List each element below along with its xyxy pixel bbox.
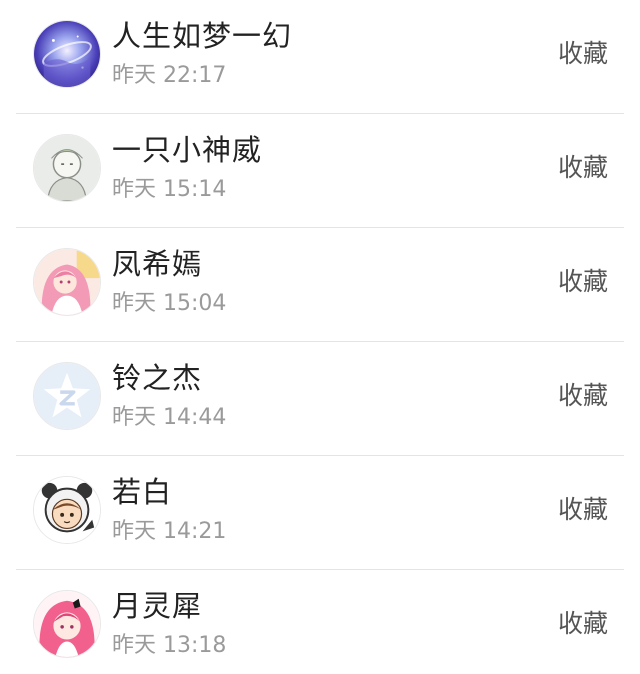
pink-anime-girl-avatar-icon[interactable] <box>33 248 101 316</box>
favorite-button[interactable]: 收藏 <box>558 266 608 298</box>
item-time: 昨天 15:04 <box>112 291 227 316</box>
item-name: 人生如梦一幻 <box>112 19 293 53</box>
galaxy-avatar-icon[interactable] <box>33 20 101 88</box>
favorite-button[interactable]: 收藏 <box>558 380 608 412</box>
item-time: 昨天 15:14 <box>112 177 227 202</box>
favorite-button[interactable]: 收藏 <box>558 494 608 526</box>
item-name: 若白 <box>112 475 173 509</box>
list-item[interactable]: 凤希嫣 昨天 15:04 收藏 <box>0 228 640 342</box>
item-name: 一只小神威 <box>112 133 263 167</box>
list-item[interactable]: 人生如梦一幻 昨天 22:17 收藏 <box>0 0 640 114</box>
favorites-list: 人生如梦一幻 昨天 22:17 收藏 一只小神威 昨天 15:14 收藏 凤希嫣… <box>0 0 640 674</box>
sketch-character-avatar-icon[interactable] <box>33 134 101 202</box>
list-item[interactable]: 一只小神威 昨天 15:14 收藏 <box>0 114 640 228</box>
list-item[interactable]: 铃之杰 昨天 14:44 收藏 <box>0 342 640 456</box>
item-time: 昨天 14:44 <box>112 405 227 430</box>
favorite-button[interactable]: 收藏 <box>558 38 608 70</box>
item-time: 昨天 22:17 <box>112 63 227 88</box>
favorite-button[interactable]: 收藏 <box>558 608 608 640</box>
item-name: 月灵犀 <box>112 589 203 623</box>
pink-hair-girl-avatar-icon[interactable] <box>33 590 101 658</box>
item-name: 铃之杰 <box>112 361 203 395</box>
panda-hood-boy-avatar-icon[interactable] <box>33 476 101 544</box>
item-name: 凤希嫣 <box>112 247 203 281</box>
favorite-button[interactable]: 收藏 <box>558 152 608 184</box>
qq-default-avatar-icon[interactable] <box>33 362 101 430</box>
list-item[interactable]: 若白 昨天 14:21 收藏 <box>0 456 640 570</box>
item-time: 昨天 13:18 <box>112 633 227 658</box>
item-time: 昨天 14:21 <box>112 519 227 544</box>
list-item[interactable]: 月灵犀 昨天 13:18 收藏 <box>0 570 640 674</box>
